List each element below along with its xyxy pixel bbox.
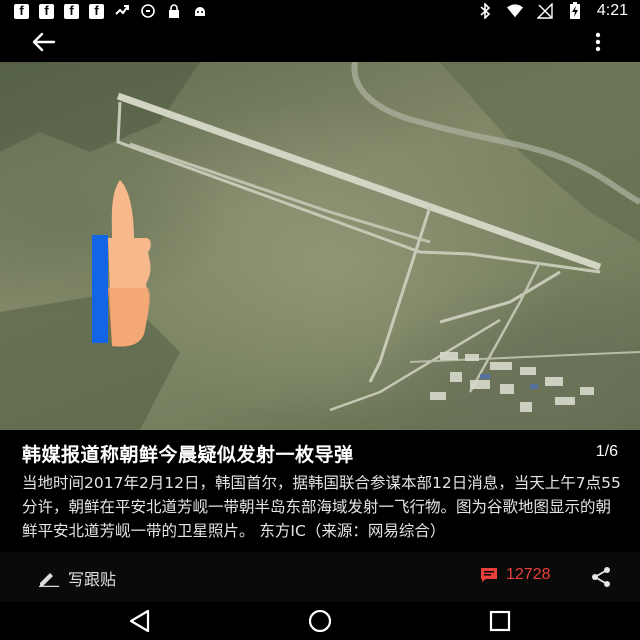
share-icon xyxy=(592,567,610,587)
status-system-icons: 4:21 xyxy=(477,2,628,20)
battery-charging-icon xyxy=(567,2,583,19)
system-nav-bar xyxy=(0,602,640,640)
comment-bubble-icon xyxy=(481,568,497,582)
article-title: 韩媒报道称朝鲜今晨疑似发射一枚导弹 xyxy=(22,444,354,466)
image-counter: 1/6 xyxy=(595,443,618,460)
satellite-image-drawing xyxy=(0,62,640,430)
nav-back-button[interactable] xyxy=(126,608,154,634)
caption-panel: 韩媒报道称朝鲜今晨疑似发射一枚导弹 1/6 当地时间2017年2月12日，韩国首… xyxy=(0,430,640,552)
thumbs-up-sticker xyxy=(108,180,151,347)
back-triangle-icon xyxy=(129,609,150,633)
facebook-icon: f xyxy=(64,3,79,19)
sync-icon xyxy=(140,3,156,19)
back-button[interactable] xyxy=(30,30,58,54)
recents-square-icon xyxy=(489,610,511,632)
bluetooth-icon xyxy=(477,3,493,19)
facebook-icon: f xyxy=(89,3,104,19)
more-options-button[interactable] xyxy=(594,30,602,54)
app-bar xyxy=(0,22,640,62)
satellite-photo[interactable] xyxy=(0,62,640,430)
nav-home-button[interactable] xyxy=(306,608,334,634)
nav-recents-button[interactable] xyxy=(486,608,514,634)
status-time: 4:21 xyxy=(596,2,628,19)
pencil-icon xyxy=(39,573,59,587)
share-button[interactable] xyxy=(590,566,612,588)
missed-call-icon xyxy=(114,3,130,19)
more-vert-icon xyxy=(595,32,601,52)
write-comment-label: 写跟贴 xyxy=(68,570,117,589)
arrow-back-icon xyxy=(32,32,56,52)
comment-count: 12728 xyxy=(506,566,551,583)
status-notification-icons: f f f f xyxy=(14,3,208,19)
lock-icon xyxy=(166,3,182,19)
signal-icon xyxy=(536,3,553,19)
article-description: 当地时间2017年2月12日，韩国首尔，据韩国联合参谋本部12日消息，当天上午7… xyxy=(22,474,621,540)
facebook-icon: f xyxy=(39,3,54,19)
action-bar: 写跟贴 12728 xyxy=(0,552,640,602)
blue-marker-bar xyxy=(92,235,108,343)
comments-button[interactable]: 12728 xyxy=(480,566,551,584)
home-circle-icon xyxy=(308,609,332,633)
wifi-icon xyxy=(506,3,523,19)
facebook-icon: f xyxy=(14,3,29,19)
write-comment-button[interactable]: 写跟贴 xyxy=(38,566,116,590)
android-icon xyxy=(192,3,208,19)
status-bar: f f f f 4:21 xyxy=(0,0,640,22)
